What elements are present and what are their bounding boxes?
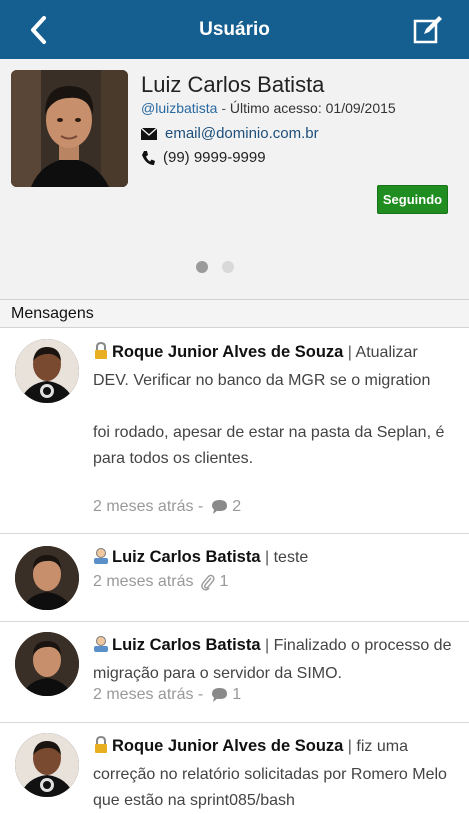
profile-handle[interactable]: @luizbatista	[141, 100, 217, 116]
comment-icon[interactable]	[211, 499, 228, 515]
comment-icon[interactable]	[211, 687, 228, 703]
attachment-count[interactable]: 1	[219, 573, 228, 591]
profile-meta: @luizbatista - Último acesso: 01/09/2015	[141, 100, 396, 116]
meta-separator: -	[217, 100, 230, 116]
lock-icon	[93, 341, 109, 368]
pager-dot[interactable]	[222, 261, 234, 273]
page-title: Usuário	[199, 19, 270, 40]
messages-section-header: Mensagens	[0, 299, 469, 328]
message-time: 2 meses atrás -	[93, 498, 204, 515]
user-icon	[93, 547, 109, 573]
message-time: 2 meses atrás -	[93, 686, 204, 703]
message-meta: 2 meses atrás - 2	[93, 498, 241, 516]
message-content: teste	[273, 549, 309, 566]
message-time: 2 meses atrás	[93, 573, 194, 590]
comment-count[interactable]: 2	[232, 498, 241, 516]
message-text: Luiz Carlos Batista | teste	[93, 544, 457, 573]
email-link[interactable]: email@dominio.com.br	[165, 125, 319, 142]
compose-button[interactable]	[412, 14, 444, 46]
phone-icon	[142, 150, 155, 165]
author-separator: |	[343, 738, 357, 755]
avatar[interactable]	[15, 632, 79, 696]
list-item[interactable]: Roque Junior Alves de Souza | Atualizar …	[0, 329, 469, 534]
profile-avatar[interactable]	[11, 70, 128, 187]
author-separator: |	[343, 344, 356, 361]
section-title: Mensagens	[11, 305, 94, 322]
message-text: Luiz Carlos Batista | Finalizado o proce…	[93, 632, 457, 687]
envelope-icon	[141, 127, 157, 140]
message-author[interactable]: Luiz Carlos Batista	[112, 636, 261, 654]
edit-icon	[413, 16, 442, 44]
message-author[interactable]: Roque Junior Alves de Souza	[112, 343, 343, 361]
message-author[interactable]: Luiz Carlos Batista	[112, 548, 261, 566]
message-content-continued: foi rodado, apesar de estar na pasta da …	[93, 424, 445, 467]
profile-name: Luiz Carlos Batista	[141, 72, 325, 97]
avatar[interactable]	[15, 733, 79, 797]
chevron-left-icon	[31, 16, 46, 44]
user-icon	[93, 635, 109, 661]
list-item[interactable]: Luiz Carlos Batista | teste 2 meses atrá…	[0, 534, 469, 622]
avatar[interactable]	[15, 339, 79, 403]
message-meta: 2 meses atrás 1	[93, 573, 228, 591]
message-meta: 2 meses atrás - 1	[93, 686, 241, 704]
list-item[interactable]: Roque Junior Alves de Souza | fiz uma co…	[0, 723, 469, 809]
paperclip-icon[interactable]	[201, 574, 216, 591]
last-access: Último acesso: 01/09/2015	[229, 100, 396, 116]
lock-icon	[93, 735, 109, 762]
following-button[interactable]: Seguindo	[377, 185, 448, 214]
message-author[interactable]: Roque Junior Alves de Souza	[112, 737, 343, 755]
message-text: Roque Junior Alves de Souza | fiz uma co…	[93, 733, 457, 814]
back-button[interactable]	[24, 14, 56, 46]
phone-row[interactable]: (99) 9999-9999	[141, 149, 266, 166]
author-separator: |	[260, 549, 274, 566]
avatar[interactable]	[15, 546, 79, 610]
author-separator: |	[260, 637, 274, 654]
message-text: Roque Junior Alves de Souza | Atualizar …	[93, 339, 457, 472]
email-row[interactable]: email@dominio.com.br	[141, 125, 319, 142]
profile-card: Luiz Carlos Batista @luizbatista - Últim…	[0, 59, 469, 299]
comment-count[interactable]: 1	[232, 686, 241, 704]
top-bar: Usuário	[0, 0, 469, 59]
list-item[interactable]: Luiz Carlos Batista | Finalizado o proce…	[0, 622, 469, 723]
pager-dot-active[interactable]	[196, 261, 208, 273]
phone-number[interactable]: (99) 9999-9999	[163, 149, 266, 166]
